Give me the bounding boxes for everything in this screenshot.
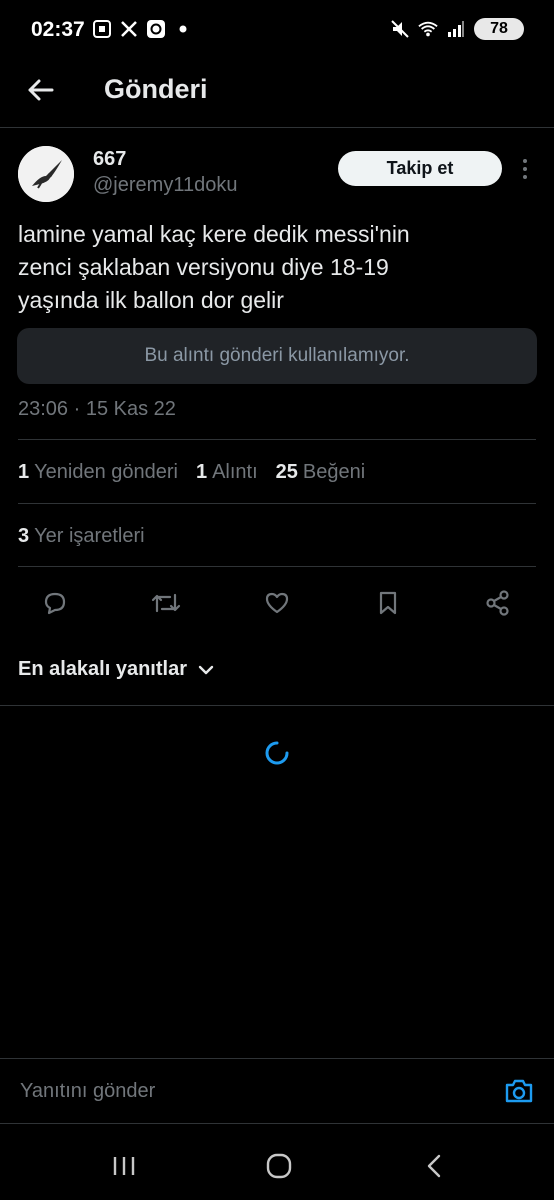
status-bar: 02:37 78 bbox=[0, 0, 554, 60]
x-app-icon bbox=[119, 18, 139, 40]
likes-label: Beğeni bbox=[302, 461, 366, 483]
replies-sort-label: En alakalı yanıtlar bbox=[18, 658, 187, 680]
status-system-icons: 78 bbox=[390, 18, 524, 40]
divider bbox=[0, 705, 554, 706]
follow-button[interactable]: Takip et bbox=[338, 151, 502, 186]
dot-icon bbox=[173, 18, 193, 40]
bookmarks-count: 3 bbox=[18, 525, 30, 547]
more-dot bbox=[523, 159, 527, 163]
tweet-timestamp: 23:06 · 15 Kas 22 bbox=[18, 398, 176, 420]
repost-icon[interactable] bbox=[145, 582, 187, 624]
tweet-text: lamine yamal kaç kere dedik messi'nin ze… bbox=[18, 221, 410, 313]
divider bbox=[18, 503, 536, 504]
wifi-icon bbox=[418, 18, 438, 40]
stats-row: 1 Yeniden gönderi 1 Alıntı 25 Beğeni bbox=[18, 461, 383, 484]
back-button[interactable] bbox=[20, 70, 60, 110]
battery-icon: 78 bbox=[474, 18, 524, 40]
system-navigation-bar bbox=[0, 1130, 554, 1200]
reply-composer bbox=[0, 1058, 554, 1124]
reposts-count: 1 bbox=[18, 461, 30, 483]
reposts-stat[interactable]: 1 Yeniden gönderi bbox=[18, 461, 178, 484]
signal-icon bbox=[446, 18, 466, 40]
bookmarks-stat[interactable]: 3 Yer işaretleri bbox=[18, 525, 145, 548]
status-time: 02:37 bbox=[31, 18, 85, 41]
author-handle[interactable]: @jeremy11doku bbox=[93, 174, 237, 197]
reply-icon[interactable] bbox=[34, 582, 76, 624]
screen: 02:37 78 Gönderi 667 @jeremy11doku Takip… bbox=[0, 0, 554, 1200]
divider bbox=[18, 439, 536, 440]
bookmarks-label: Yer işaretleri bbox=[34, 525, 145, 547]
top-app-bar: Gönderi bbox=[0, 60, 554, 128]
arrow-left-icon bbox=[28, 79, 54, 101]
mute-icon bbox=[390, 18, 410, 40]
battery-level: 78 bbox=[490, 20, 508, 37]
more-options-icon[interactable] bbox=[514, 154, 536, 184]
quote-unavailable-text: Bu alıntı gönderi kullanılamıyor. bbox=[144, 345, 410, 366]
avatar[interactable] bbox=[18, 146, 74, 202]
reply-input[interactable] bbox=[18, 1073, 482, 1109]
loading-spinner-icon bbox=[265, 741, 289, 765]
threads-icon bbox=[146, 18, 166, 40]
home-icon[interactable] bbox=[259, 1148, 299, 1184]
more-dot bbox=[523, 167, 527, 171]
page-title: Gönderi bbox=[104, 74, 208, 104]
recents-icon[interactable] bbox=[104, 1148, 144, 1184]
chevron-down-icon bbox=[198, 665, 214, 674]
action-bar bbox=[0, 582, 554, 624]
share-icon[interactable] bbox=[477, 582, 519, 624]
replies-sort-dropdown[interactable]: En alakalı yanıtlar bbox=[18, 658, 215, 681]
bookmark-icon[interactable] bbox=[367, 582, 409, 624]
reposts-label: Yeniden gönderi bbox=[34, 461, 178, 483]
divider bbox=[18, 566, 536, 567]
quotes-count: 1 bbox=[195, 461, 208, 483]
quotes-label: Alıntı bbox=[212, 461, 258, 483]
back-nav-icon[interactable] bbox=[414, 1148, 454, 1184]
likes-count: 25 bbox=[275, 461, 298, 483]
quotes-stat[interactable]: 1 Alıntı bbox=[196, 461, 258, 484]
status-notification-icons bbox=[92, 18, 193, 40]
likes-stat[interactable]: 25 Beğeni bbox=[276, 461, 366, 484]
like-icon[interactable] bbox=[256, 582, 298, 624]
quote-unavailable-card: Bu alıntı gönderi kullanılamıyor. bbox=[17, 328, 537, 384]
screenshot-icon bbox=[92, 18, 112, 40]
camera-icon[interactable] bbox=[500, 1075, 538, 1107]
eagle-icon bbox=[18, 146, 74, 202]
more-dot bbox=[523, 175, 527, 179]
author-name[interactable]: 667 bbox=[93, 148, 126, 171]
